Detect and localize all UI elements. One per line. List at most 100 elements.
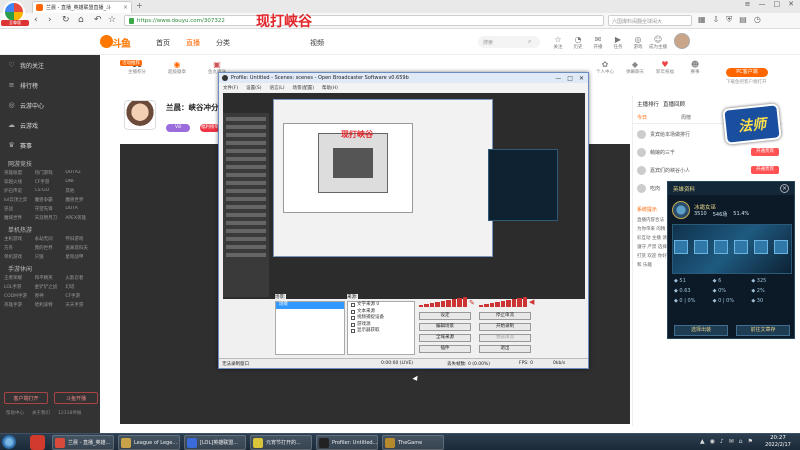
sidebar-game-link[interactable]: 王者荣耀 <box>4 275 35 281</box>
tab-live-review[interactable]: 直播回顾 <box>663 100 685 108</box>
item-slot[interactable] <box>774 240 788 254</box>
sidebar-item-events[interactable]: ♛ 赛事 <box>0 135 100 155</box>
sidebar-game-link[interactable]: 星际战甲 <box>65 254 96 260</box>
undo-icon[interactable]: ↶ <box>94 15 102 26</box>
menu-language[interactable]: 语言(L) <box>269 85 284 91</box>
sidebar-game-link[interactable]: 英雄手游 <box>4 302 35 308</box>
sidebar-game-link[interactable]: 哈利波特 <box>35 302 66 308</box>
menu-scenes[interactable]: 场景(配置) <box>293 85 315 91</box>
sidebar-game-link[interactable]: APEX英雄 <box>65 215 96 221</box>
browser-search-input[interactable]: 六国爆料闹翻全球闹大 <box>608 15 692 26</box>
start-recording-button[interactable]: 开始录制 <box>479 323 531 331</box>
taskbar-app[interactable]: [LOL]英雄联盟... <box>184 435 246 450</box>
scenes-list[interactable]: 场景 <box>275 301 345 355</box>
activity-cell[interactable]: ☻ 赛事 <box>680 60 710 75</box>
start-button[interactable] <box>2 435 16 449</box>
open-vip-button[interactable]: 开通贵宾 <box>751 166 779 174</box>
minimize-button[interactable]: — <box>555 75 561 82</box>
sidebar-game-link[interactable]: 火影忍者 <box>65 275 96 281</box>
open-vip-button[interactable]: 开通贵宾 <box>751 148 779 156</box>
activity-cell[interactable]: ◉ 超级徽章 <box>162 60 192 75</box>
start-broadcast-button[interactable]: ✉ 开播 <box>588 35 608 50</box>
sidebar-game-link[interactable]: 英雄联盟 <box>4 170 35 176</box>
checkbox[interactable] <box>351 329 355 334</box>
forward-arrow-icon[interactable]: › <box>48 15 52 26</box>
welfare-badge[interactable]: 福利榜单 <box>200 124 220 132</box>
history-icon[interactable]: ◷ <box>754 15 761 25</box>
report-link[interactable]: 12318举报 <box>58 410 81 416</box>
sidebar-game-link[interactable]: 原神 <box>35 293 66 299</box>
checkbox[interactable] <box>351 316 355 321</box>
home-icon[interactable]: ⌂ <box>78 15 84 26</box>
back-arrow-icon[interactable]: ‹ <box>34 15 38 26</box>
sources-list[interactable]: 文字来源 0 文本来源 视频捕捉设备 游戏源 显示器获取 <box>347 301 415 355</box>
plugins-button[interactable]: 插件 <box>419 345 471 353</box>
nav-video[interactable]: 视频 <box>310 38 324 48</box>
obs-preview[interactable]: 现打峡谷 <box>223 93 585 299</box>
taskbar-app[interactable]: Profiler: Untitled... <box>316 435 378 450</box>
choose-build-button[interactable]: 选择出装 <box>674 325 728 336</box>
goto-article-button[interactable]: 前往文章存 <box>736 325 790 336</box>
grid-icon[interactable]: ▤ <box>739 15 747 25</box>
source-item[interactable]: 显示器获取 <box>348 328 414 335</box>
sidebar-game-link[interactable]: 逆战 <box>4 206 35 212</box>
tray-message-icon[interactable]: ✉ <box>729 438 734 445</box>
tray-expand-icon[interactable]: ▲ <box>700 438 705 445</box>
close-icon[interactable]: × <box>123 4 128 11</box>
about-link[interactable]: 关于我们 <box>32 410 50 416</box>
taskbar-app[interactable]: 兰晨 - 直播_英雄... <box>52 435 114 450</box>
sidebar-game-link[interactable]: LOL手游 <box>4 284 35 290</box>
menu-icon[interactable]: ≡ <box>745 0 751 8</box>
sidebar-game-link[interactable]: DOTA2 <box>65 170 96 176</box>
item-slot[interactable] <box>754 240 768 254</box>
checkbox[interactable] <box>351 309 355 314</box>
item-slot[interactable] <box>694 240 708 254</box>
mic-volume-meter[interactable] <box>479 297 527 307</box>
tab-today[interactable]: 今日 <box>637 114 647 123</box>
download-icon[interactable]: ⇩ <box>713 15 720 25</box>
tray-flag-icon[interactable]: ⚑ <box>748 438 753 445</box>
item-slot[interactable] <box>674 240 688 254</box>
user-avatar[interactable] <box>674 33 690 49</box>
help-link[interactable]: 帮助中心 <box>6 410 24 416</box>
tray-home-icon[interactable]: ⌂ <box>739 438 743 445</box>
sidebar-game-link[interactable]: 永劫无间 <box>35 236 66 242</box>
menu-settings[interactable]: 设置(S) <box>246 85 261 91</box>
tray-volume-icon[interactable]: ♪ <box>720 438 724 445</box>
close-window-button[interactable]: ✕ <box>788 0 794 8</box>
search-icon[interactable]: ⌕ <box>528 38 531 46</box>
sidebar-game-link[interactable]: 守望先锋 <box>35 206 66 212</box>
sidebar-game-link[interactable]: lol云顶之弈 <box>4 197 35 203</box>
address-bar[interactable]: https://www.douyu.com/307322 <box>124 15 604 26</box>
taskbar-app[interactable]: TheGame <box>382 435 444 450</box>
obs-title-bar[interactable]: Profile: Untitled - Scenes: scenes - Ope… <box>219 73 588 83</box>
sidebar-game-link[interactable]: 方舟 <box>4 245 35 251</box>
sidebar-game-link[interactable]: 魔兽争霸 <box>35 197 66 203</box>
stop-stream-button[interactable]: 停止串流 <box>479 312 531 320</box>
sidebar-game-link[interactable]: 魔域世界 <box>4 215 35 221</box>
global-sources-button[interactable]: 全域来源 <box>419 334 471 342</box>
task-button[interactable]: ▶ 任务 <box>608 35 628 50</box>
sidebar-game-link[interactable]: DOTA <box>65 206 96 212</box>
sidebar-item-cloud-center[interactable]: ◎ 云游中心 <box>0 95 100 115</box>
tab-streamer-rank[interactable]: 主播排行 <box>637 100 659 108</box>
tab-week[interactable]: 周榜 <box>681 114 691 123</box>
nav-home[interactable]: 首页 <box>156 38 170 48</box>
sidebar-game-link[interactable]: CS:GO <box>35 188 66 194</box>
streamer-avatar[interactable] <box>124 100 156 130</box>
mic-icon[interactable]: ✎ <box>469 299 476 307</box>
sidebar-game-link[interactable]: 主机游戏 <box>4 236 35 242</box>
sidebar-game-link[interactable]: 天天手游 <box>65 302 96 308</box>
sidebar-game-link[interactable]: 幻塔 <box>65 284 96 290</box>
menu-help[interactable]: 帮助(H) <box>322 85 338 91</box>
game-button[interactable]: ◎ 游戏 <box>628 35 648 50</box>
sidebar-item-cloud-game[interactable]: ☁ 云游戏 <box>0 115 100 135</box>
taskbar-clock[interactable]: 20:27 2022/2/17 <box>760 435 796 448</box>
close-icon[interactable]: × <box>780 184 789 193</box>
sidebar-game-link[interactable]: DNF <box>65 179 96 185</box>
menu-file[interactable]: 文件(F) <box>223 85 238 91</box>
edit-scene-button[interactable]: 编辑场景 <box>419 323 471 331</box>
nav-live[interactable]: 直播 <box>186 38 200 48</box>
pc-client-button[interactable]: PC客户端 <box>726 68 768 77</box>
history-button[interactable]: ◔ 历史 <box>568 35 588 50</box>
